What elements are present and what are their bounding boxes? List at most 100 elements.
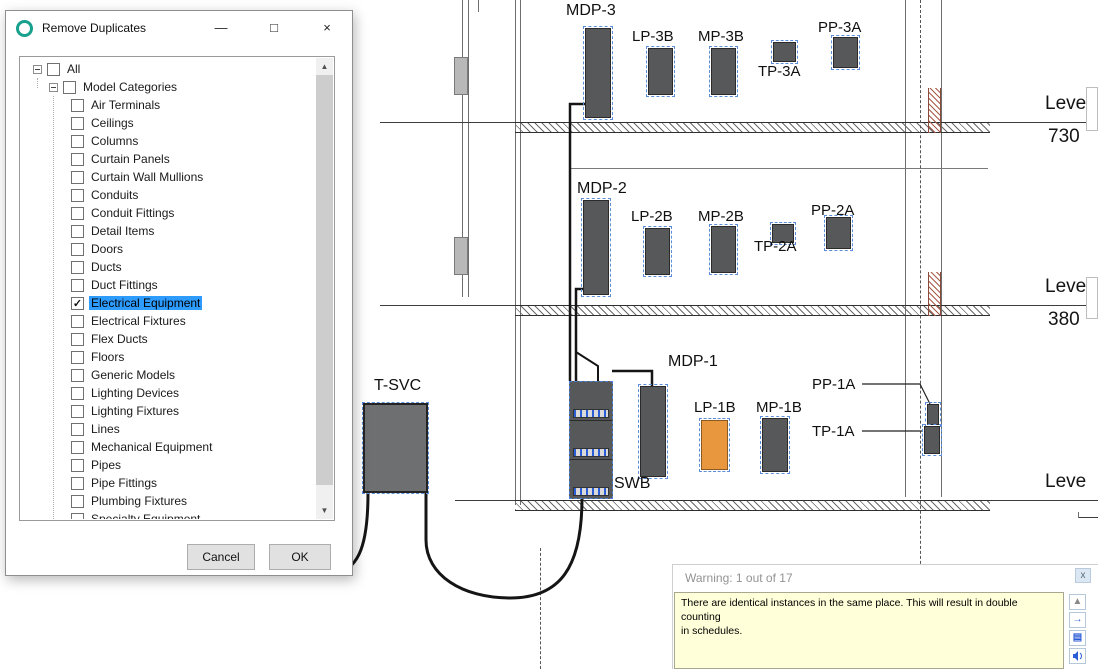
next-warning-icon[interactable]: → bbox=[1069, 612, 1086, 628]
scroll-up-icon[interactable]: ▲ bbox=[316, 58, 333, 75]
checkbox[interactable] bbox=[71, 206, 84, 220]
panel-lp-1b-highlighted[interactable] bbox=[699, 418, 730, 472]
checkbox[interactable] bbox=[71, 458, 84, 472]
column bbox=[454, 57, 468, 95]
switchboard-swb[interactable] bbox=[569, 381, 613, 499]
tree-item-lines[interactable]: Lines bbox=[21, 420, 316, 438]
tree-item-label: Specialty Equipment bbox=[91, 512, 201, 519]
checkbox[interactable] bbox=[71, 404, 84, 418]
scroll-down-icon[interactable]: ▼ bbox=[316, 502, 333, 519]
panel-mp-2b[interactable] bbox=[709, 224, 738, 275]
level-mark bbox=[1078, 512, 1079, 518]
checkbox[interactable] bbox=[71, 440, 84, 454]
tree-item-specialty-equipment[interactable]: Specialty Equipment bbox=[21, 510, 316, 519]
maximize-icon[interactable]: □ bbox=[259, 16, 289, 40]
tree-item-pipes[interactable]: Pipes bbox=[21, 456, 316, 474]
collapse-icon[interactable] bbox=[33, 64, 42, 74]
scroll-up-icon[interactable]: ▲ bbox=[1069, 594, 1086, 610]
tree-item-conduits[interactable]: Conduits bbox=[21, 186, 316, 204]
tree-item-ducts[interactable]: Ducts bbox=[21, 258, 316, 276]
checkbox[interactable] bbox=[71, 98, 84, 112]
checkbox[interactable] bbox=[71, 296, 84, 310]
tree-item-electrical-equipment[interactable]: Electrical Equipment bbox=[21, 294, 316, 312]
tree-item-electrical-fixtures[interactable]: Electrical Fixtures bbox=[21, 312, 316, 330]
tree-item-lighting-devices[interactable]: Lighting Devices bbox=[21, 384, 316, 402]
ok-button[interactable]: OK bbox=[269, 544, 331, 570]
tree-item-pipe-fittings[interactable]: Pipe Fittings bbox=[21, 474, 316, 492]
panel-mdp-2[interactable] bbox=[581, 198, 611, 297]
checkbox[interactable] bbox=[71, 188, 84, 202]
tree-item-model-categories[interactable]: Model Categories bbox=[21, 78, 316, 96]
close-icon[interactable]: × bbox=[312, 16, 342, 40]
tree-item-conduit-fittings[interactable]: Conduit Fittings bbox=[21, 204, 316, 222]
tree-item-generic-models[interactable]: Generic Models bbox=[21, 366, 316, 384]
tree-item-label: Electrical Equipment bbox=[89, 296, 203, 310]
tree-item-flex-ducts[interactable]: Flex Ducts bbox=[21, 330, 316, 348]
tree-item-duct-fittings[interactable]: Duct Fittings bbox=[21, 276, 316, 294]
checkbox[interactable] bbox=[71, 386, 84, 400]
panel-mp-3b[interactable] bbox=[709, 46, 738, 97]
tree-item-label: Ceilings bbox=[91, 116, 134, 130]
tree-item-curtain-panels[interactable]: Curtain Panels bbox=[21, 150, 316, 168]
dialog-titlebar[interactable]: Remove Duplicates — □ × bbox=[6, 11, 352, 45]
warning-message-line: in schedules. bbox=[681, 625, 743, 638]
label-mp-1b: MP-1B bbox=[756, 399, 802, 416]
checkbox[interactable] bbox=[71, 224, 84, 238]
checkbox[interactable] bbox=[71, 494, 84, 508]
checkbox[interactable] bbox=[71, 242, 84, 256]
scrollbar-thumb[interactable] bbox=[316, 75, 333, 485]
audio-icon[interactable] bbox=[1069, 648, 1086, 664]
panel-lp-2b[interactable] bbox=[643, 226, 672, 277]
tree-item-lighting-fixtures[interactable]: Lighting Fixtures bbox=[21, 402, 316, 420]
checkbox[interactable] bbox=[71, 422, 84, 436]
transformer-t-svc[interactable] bbox=[362, 402, 429, 494]
checkbox[interactable] bbox=[71, 260, 84, 274]
tree-scrollbar[interactable]: ▲ ▼ bbox=[316, 58, 333, 519]
minimize-icon[interactable]: — bbox=[206, 16, 236, 40]
checkbox[interactable] bbox=[47, 62, 60, 76]
checkbox[interactable] bbox=[71, 512, 84, 519]
panel-tp-3a[interactable] bbox=[771, 40, 798, 64]
tree-item-doors[interactable]: Doors bbox=[21, 240, 316, 258]
checkbox[interactable] bbox=[71, 134, 84, 148]
hatched-column bbox=[928, 88, 941, 133]
tree-item-label: Doors bbox=[91, 242, 124, 256]
checkbox[interactable] bbox=[71, 278, 84, 292]
tree-item-curtain-wall-mullions[interactable]: Curtain Wall Mullions bbox=[21, 168, 316, 186]
tree-item-detail-items[interactable]: Detail Items bbox=[21, 222, 316, 240]
tree-item-all[interactable]: All bbox=[21, 60, 316, 78]
checkbox[interactable] bbox=[71, 350, 84, 364]
panel-mdp-1[interactable] bbox=[638, 384, 668, 479]
checkbox[interactable] bbox=[71, 170, 84, 184]
close-icon[interactable]: x bbox=[1075, 568, 1091, 583]
label-mdp-2: MDP-2 bbox=[577, 180, 627, 197]
tree-item-plumbing-fixtures[interactable]: Plumbing Fixtures bbox=[21, 492, 316, 510]
checkbox[interactable] bbox=[71, 314, 84, 328]
panel-tp-1a[interactable] bbox=[922, 424, 942, 456]
cancel-button[interactable]: Cancel bbox=[187, 544, 255, 570]
panel-pp-1a[interactable] bbox=[925, 402, 941, 427]
collapse-icon[interactable] bbox=[49, 82, 58, 92]
app-icon bbox=[16, 19, 33, 37]
expand-warnings-icon[interactable]: ▤ bbox=[1069, 630, 1086, 646]
checkbox[interactable] bbox=[71, 116, 84, 130]
tree-item-air-terminals[interactable]: Air Terminals bbox=[21, 96, 316, 114]
tree-item-columns[interactable]: Columns bbox=[21, 132, 316, 150]
remove-duplicates-dialog: Remove Duplicates — □ × All Model Catego… bbox=[5, 10, 353, 576]
tree-item-mechanical-equipment[interactable]: Mechanical Equipment bbox=[21, 438, 316, 456]
checkbox[interactable] bbox=[71, 476, 84, 490]
panel-mdp-3[interactable] bbox=[583, 26, 613, 120]
checkbox[interactable] bbox=[63, 80, 76, 94]
tree-item-floors[interactable]: Floors bbox=[21, 348, 316, 366]
checkbox[interactable] bbox=[71, 368, 84, 382]
checkbox[interactable] bbox=[71, 332, 84, 346]
tree-item-ceilings[interactable]: Ceilings bbox=[21, 114, 316, 132]
panel-pp-2a[interactable] bbox=[824, 215, 853, 251]
panel-lp-3b[interactable] bbox=[646, 46, 675, 97]
panel-pp-3a[interactable] bbox=[831, 35, 860, 70]
wall-line bbox=[941, 0, 942, 497]
checkbox[interactable] bbox=[71, 152, 84, 166]
panel-mp-1b[interactable] bbox=[760, 416, 790, 474]
tree-item-label: Detail Items bbox=[91, 224, 155, 238]
cable-tray-line bbox=[570, 168, 988, 169]
